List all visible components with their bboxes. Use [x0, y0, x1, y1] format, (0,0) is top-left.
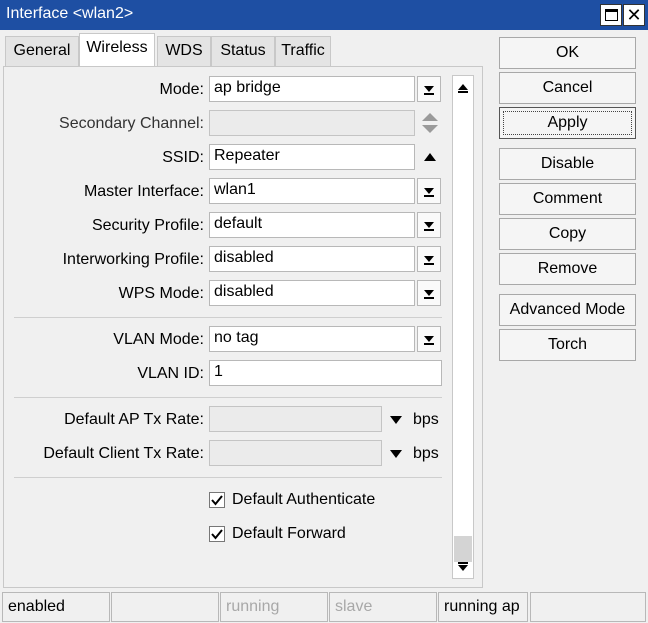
- comment-button[interactable]: Comment: [499, 183, 636, 215]
- status-cell-empty: [530, 592, 646, 622]
- master-interface-select[interactable]: wlan1: [209, 178, 415, 204]
- vertical-scrollbar[interactable]: [452, 75, 474, 579]
- status-enabled: enabled: [2, 592, 110, 622]
- secondary-channel-field[interactable]: [209, 110, 415, 136]
- wps-mode-label: WPS Mode:: [118, 285, 204, 302]
- close-button[interactable]: ✕: [623, 4, 645, 26]
- section-divider: [14, 317, 442, 318]
- advanced-mode-button[interactable]: Advanced Mode: [499, 294, 636, 326]
- triangle-down-icon[interactable]: [389, 449, 403, 459]
- apply-button[interactable]: Apply: [499, 107, 636, 139]
- vlan-mode-select[interactable]: no tag: [209, 326, 415, 352]
- default-authenticate-checkbox[interactable]: [209, 492, 225, 508]
- mode-dropdown-button[interactable]: [417, 76, 441, 102]
- title-bar: Interface <wlan2> ✕: [0, 0, 648, 30]
- dropdown-arrow-icon: [424, 256, 434, 265]
- wps-mode-select[interactable]: disabled: [209, 280, 415, 306]
- section-divider: [14, 397, 442, 398]
- default-client-tx-rate-field[interactable]: [209, 440, 382, 466]
- default-forward-checkbox[interactable]: [209, 526, 225, 542]
- triangle-down-icon[interactable]: [389, 415, 403, 425]
- default-ap-tx-rate-label: Default AP Tx Rate:: [64, 411, 204, 428]
- maximize-button[interactable]: [600, 4, 622, 26]
- status-bar: enabled running slave running ap: [0, 592, 648, 622]
- dropdown-arrow-icon: [424, 188, 434, 197]
- window-title: Interface <wlan2>: [6, 5, 134, 22]
- master-interface-label: Master Interface:: [83, 183, 204, 200]
- scroll-down-icon: [458, 562, 468, 571]
- wps-mode-dropdown-button[interactable]: [417, 280, 441, 306]
- status-running-ap: running ap: [438, 592, 528, 622]
- triangle-up-icon[interactable]: [423, 152, 437, 162]
- interworking-profile-label: Interworking Profile:: [62, 251, 204, 268]
- maximize-icon: [604, 9, 618, 21]
- status-cell-empty: [111, 592, 219, 622]
- interworking-profile-select[interactable]: disabled: [209, 246, 415, 272]
- ap-tx-rate-unit: bps: [413, 411, 439, 428]
- remove-button[interactable]: Remove: [499, 253, 636, 285]
- security-profile-select[interactable]: default: [209, 212, 415, 238]
- security-profile-dropdown-button[interactable]: [417, 212, 441, 238]
- section-divider: [14, 477, 442, 478]
- spin-up-down-icon[interactable]: [421, 112, 439, 134]
- status-slave: slave: [329, 592, 437, 622]
- mode-label: Mode:: [159, 81, 204, 98]
- torch-button[interactable]: Torch: [499, 329, 636, 361]
- scroll-down-button[interactable]: [453, 556, 473, 578]
- disable-button[interactable]: Disable: [499, 148, 636, 180]
- tab-wireless[interactable]: Wireless: [79, 33, 155, 67]
- default-forward-label: Default Forward: [232, 525, 346, 542]
- master-interface-dropdown-button[interactable]: [417, 178, 441, 204]
- wireless-panel: Mode: ap bridge Secondary Channel: SSID:…: [3, 66, 483, 588]
- tab-status[interactable]: Status: [211, 36, 275, 66]
- secondary-channel-label: Secondary Channel:: [59, 115, 204, 132]
- default-ap-tx-rate-field[interactable]: [209, 406, 382, 432]
- status-running: running: [220, 592, 328, 622]
- cancel-button[interactable]: Cancel: [499, 72, 636, 104]
- tab-wds[interactable]: WDS: [157, 36, 211, 66]
- ssid-input[interactable]: Repeater: [209, 144, 415, 170]
- dropdown-arrow-icon: [424, 290, 434, 299]
- interworking-profile-dropdown-button[interactable]: [417, 246, 441, 272]
- copy-button[interactable]: Copy: [499, 218, 636, 250]
- vlan-mode-label: VLAN Mode:: [113, 331, 204, 348]
- ssid-label: SSID:: [162, 149, 204, 166]
- scroll-up-icon: [458, 84, 468, 93]
- vlan-mode-dropdown-button[interactable]: [417, 326, 441, 352]
- checkmark-icon: [211, 495, 223, 506]
- close-icon: ✕: [626, 5, 642, 25]
- dropdown-arrow-icon: [424, 222, 434, 231]
- mode-select[interactable]: ap bridge: [209, 76, 415, 102]
- ok-button[interactable]: OK: [499, 37, 636, 69]
- vlan-id-label: VLAN ID:: [137, 365, 204, 382]
- tab-general[interactable]: General: [5, 36, 79, 66]
- client-tx-rate-unit: bps: [413, 445, 439, 462]
- default-authenticate-label: Default Authenticate: [232, 491, 376, 508]
- tab-traffic[interactable]: Traffic: [275, 36, 331, 66]
- default-client-tx-rate-label: Default Client Tx Rate:: [43, 445, 204, 462]
- scroll-up-button[interactable]: [453, 77, 473, 99]
- vlan-id-input[interactable]: 1: [209, 360, 442, 386]
- dropdown-arrow-icon: [424, 336, 434, 345]
- security-profile-label: Security Profile:: [91, 217, 204, 234]
- checkmark-icon: [211, 529, 223, 540]
- dropdown-arrow-icon: [424, 86, 434, 95]
